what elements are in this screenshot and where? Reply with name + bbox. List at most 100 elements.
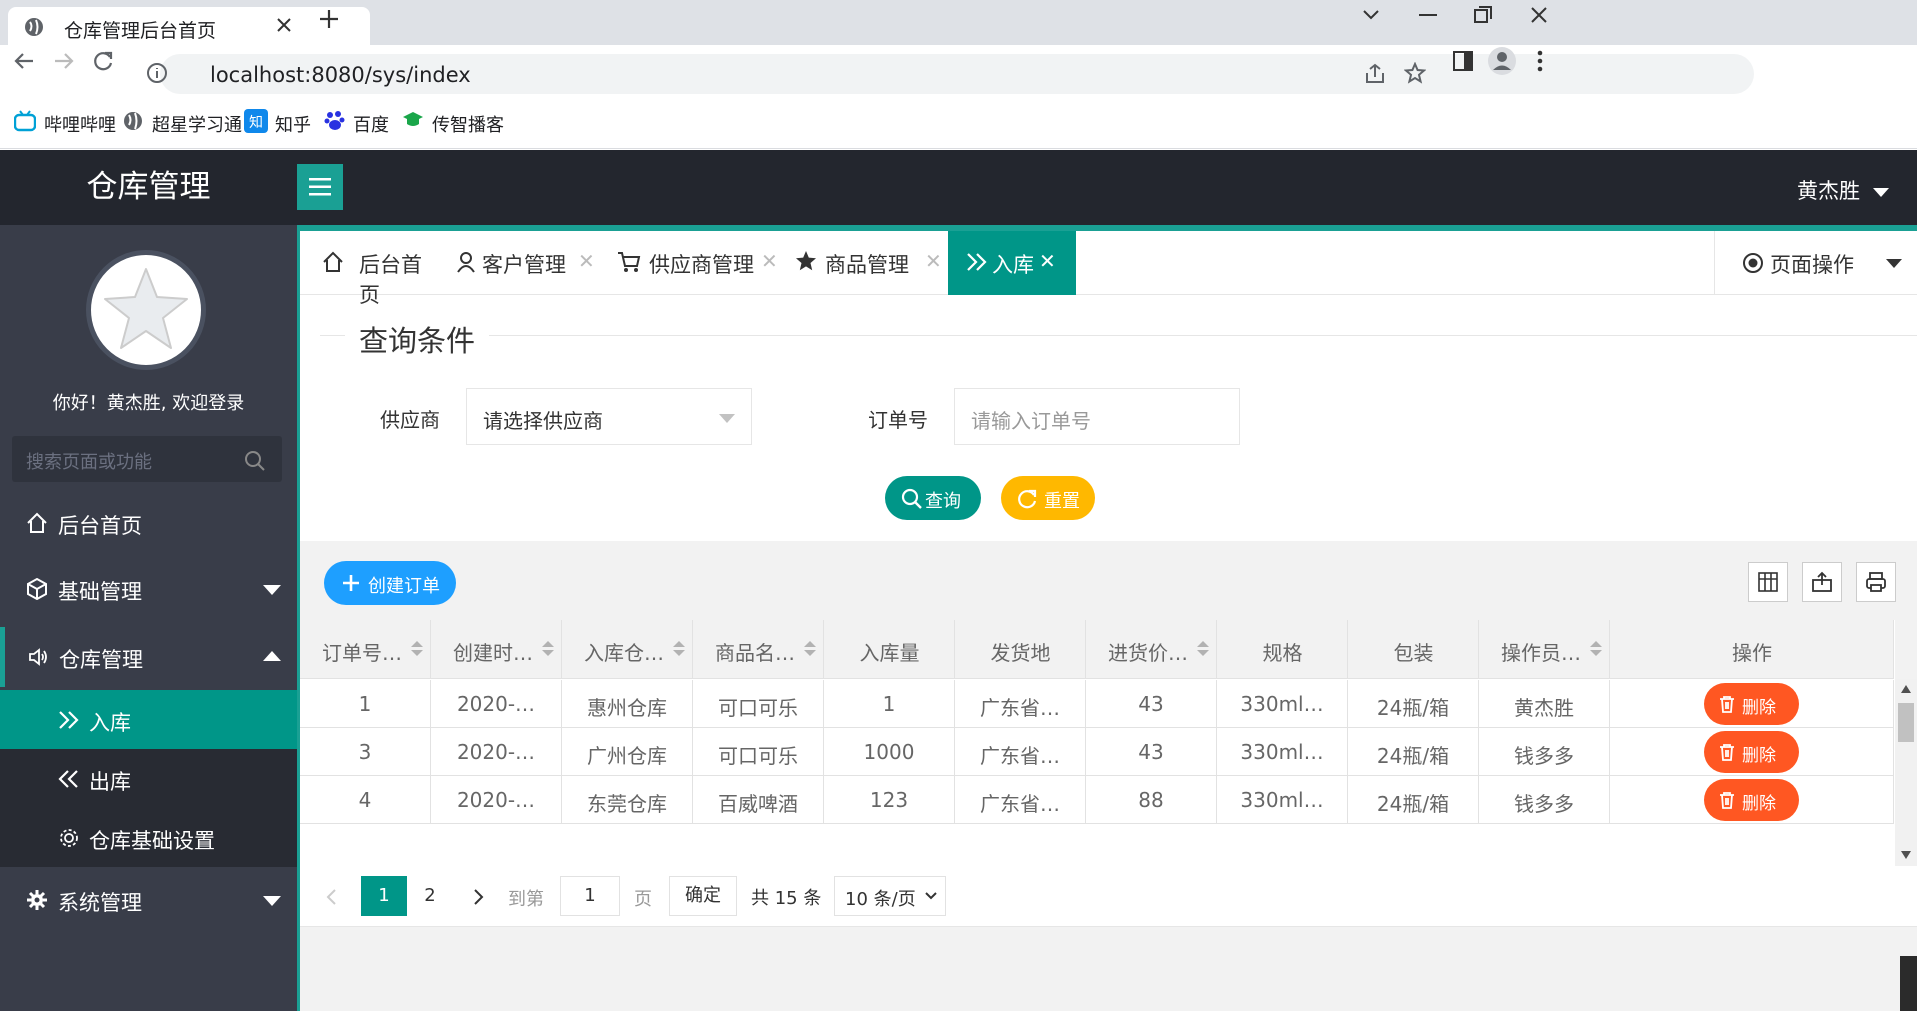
table-row[interactable]: 1 2020-… 惠州仓库 可口可乐 1 广东省… 43 330ml… 24瓶/箱 黄杰胜 删除	[300, 680, 1894, 728]
minimize-icon[interactable]	[1419, 14, 1437, 18]
bookmark-bilibili[interactable]: 哔哩哔哩	[44, 111, 116, 137]
sort-desc-icon[interactable]	[1197, 650, 1209, 656]
window-close-icon[interactable]	[1530, 6, 1548, 24]
browser-tab[interactable]: 仓库管理后台首页	[8, 7, 370, 45]
sort-desc-icon[interactable]	[542, 650, 554, 656]
column-header[interactable]: 入库仓…	[562, 620, 693, 679]
sort-asc-icon[interactable]	[804, 641, 816, 647]
avatar[interactable]	[86, 250, 206, 370]
create-order-button[interactable]: 创建订单	[324, 561, 456, 605]
per-page-select[interactable]: 10 条/页	[834, 876, 946, 916]
bookmark-chaoxing[interactable]: 超星学习通	[152, 111, 242, 137]
tab-search-icon[interactable]	[1362, 8, 1380, 22]
bookmark-zhihu[interactable]: 知乎	[275, 111, 311, 137]
page-button-1[interactable]: 1	[361, 876, 407, 916]
order-number-input[interactable]: 请输入订单号	[954, 388, 1240, 445]
sidebar-item-home[interactable]: 后台首页	[0, 493, 297, 553]
side-panel-icon[interactable]	[1453, 51, 1473, 71]
sidebar-item-basic[interactable]: 基础管理	[0, 559, 297, 619]
column-filter-button[interactable]	[1748, 562, 1788, 602]
tab-suppliers[interactable]: 供应商管理 ✕	[605, 231, 783, 295]
column-header[interactable]: 进货价…	[1086, 620, 1217, 679]
share-icon[interactable]	[1364, 63, 1386, 85]
delete-button[interactable]: 删除	[1704, 731, 1799, 773]
browser-toolbar: localhost:8080/sys/index	[0, 45, 1917, 97]
table-scrollbar[interactable]	[1895, 679, 1917, 866]
order-number-label: 订单号	[868, 408, 928, 432]
search-button[interactable]: 查询	[885, 476, 981, 520]
search-icon[interactable]	[244, 450, 266, 472]
delete-button[interactable]: 删除	[1704, 683, 1799, 725]
delete-button-label: 删除	[1742, 794, 1776, 814]
extension-badge	[1900, 956, 1917, 1011]
print-button[interactable]	[1856, 562, 1896, 602]
sort-asc-icon[interactable]	[673, 641, 685, 647]
tab-close-icon[interactable]: ✕	[761, 249, 778, 273]
new-tab-icon[interactable]	[318, 8, 340, 30]
column-header[interactable]: 创建时…	[431, 620, 562, 679]
export-button[interactable]	[1802, 562, 1842, 602]
column-header[interactable]: 订单号…	[300, 620, 431, 679]
scrollbar-thumb[interactable]	[1898, 703, 1914, 742]
tab-close-icon[interactable]: ✕	[1039, 249, 1056, 273]
sort-asc-icon[interactable]	[1197, 641, 1209, 647]
user-menu[interactable]: 黄杰胜	[1797, 175, 1889, 205]
menu-toggle-button[interactable]	[297, 164, 343, 210]
page-button-2[interactable]: 2	[407, 876, 453, 916]
sidebar-item-system[interactable]: 系统管理	[0, 870, 297, 930]
site-info-icon[interactable]	[146, 62, 168, 84]
sort-asc-icon[interactable]	[542, 641, 554, 647]
sidebar-subitem-inbound[interactable]: 入库	[0, 690, 297, 749]
prev-page-icon[interactable]	[326, 889, 336, 905]
tab-home[interactable]: 后台首页	[300, 231, 442, 307]
sidebar-subitem-outbound[interactable]: 出库	[0, 749, 297, 808]
sort-asc-icon[interactable]	[1590, 641, 1602, 647]
bookmark-star-icon[interactable]	[1404, 62, 1426, 84]
sidebar-subitem-warehouse-settings[interactable]: 仓库基础设置	[0, 808, 297, 867]
sort-desc-icon[interactable]	[673, 650, 685, 656]
tab-inbound[interactable]: 入库 ✕	[948, 231, 1076, 295]
delete-button-label: 删除	[1742, 698, 1776, 718]
gear-icon	[27, 890, 47, 910]
home-icon	[323, 251, 343, 272]
kebab-menu-icon[interactable]	[1536, 50, 1544, 72]
table-cell-text: 东莞仓库	[587, 792, 667, 816]
goto-confirm-button[interactable]: 确定	[669, 876, 737, 916]
sort-desc-icon[interactable]	[1590, 650, 1602, 656]
tab-close-icon[interactable]: ✕	[578, 249, 595, 273]
table-cell: 3	[300, 728, 431, 776]
data-table: 订单号… 创建时… 入库仓… 商品名… 入库量 发货地 进货价… 规格 包装 操作员… 操作 1 20…	[300, 620, 1895, 866]
reload-icon[interactable]	[92, 50, 114, 72]
next-page-icon[interactable]	[474, 889, 484, 905]
profile-icon[interactable]	[1487, 46, 1517, 76]
scroll-down-icon[interactable]	[1901, 851, 1911, 859]
sort-asc-icon[interactable]	[411, 641, 423, 647]
close-tab-icon[interactable]	[276, 17, 292, 33]
sidebar-search-input[interactable]: 搜索页面或功能	[12, 436, 282, 482]
table-row[interactable]: 3 2020-… 广州仓库 可口可乐 1000 广东省… 43 330ml… 24瓶/箱 钱多多 删…	[300, 728, 1894, 776]
bookmark-baidu[interactable]: 百度	[353, 111, 389, 137]
scroll-up-icon[interactable]	[1901, 685, 1911, 693]
table-cell: 可口可乐	[693, 728, 824, 776]
restore-icon[interactable]	[1474, 6, 1492, 24]
sort-desc-icon[interactable]	[804, 650, 816, 656]
sidebar-subitem-label: 仓库基础设置	[89, 829, 215, 853]
app-logo[interactable]: 仓库管理	[0, 150, 297, 225]
column-header[interactable]: 商品名…	[693, 620, 824, 679]
column-header[interactable]: 操作员…	[1479, 620, 1610, 679]
sort-desc-icon[interactable]	[411, 650, 423, 656]
delete-button[interactable]: 删除	[1704, 779, 1799, 821]
forward-icon[interactable]	[53, 50, 75, 72]
goto-page-input[interactable]: 1	[560, 876, 620, 916]
trash-icon	[1720, 696, 1734, 713]
reset-button[interactable]: 重置	[1001, 476, 1095, 520]
back-icon[interactable]	[13, 50, 35, 72]
table-row[interactable]: 4 2020-… 东莞仓库 百威啤酒 123 广东省… 88 330ml… 24瓶/箱 钱多多 删除	[300, 776, 1894, 824]
sidebar-item-warehouse[interactable]: 仓库管理	[0, 627, 297, 687]
page-operations-menu[interactable]: 页面操作	[1714, 231, 1917, 295]
tab-close-icon[interactable]: ✕	[925, 249, 942, 273]
supplier-select[interactable]: 请选择供应商	[466, 388, 752, 445]
tab-products[interactable]: 商品管理 ✕	[783, 231, 948, 295]
bookmark-itcast[interactable]: 传智播客	[432, 111, 504, 137]
tab-customers[interactable]: 客户管理 ✕	[442, 231, 605, 295]
